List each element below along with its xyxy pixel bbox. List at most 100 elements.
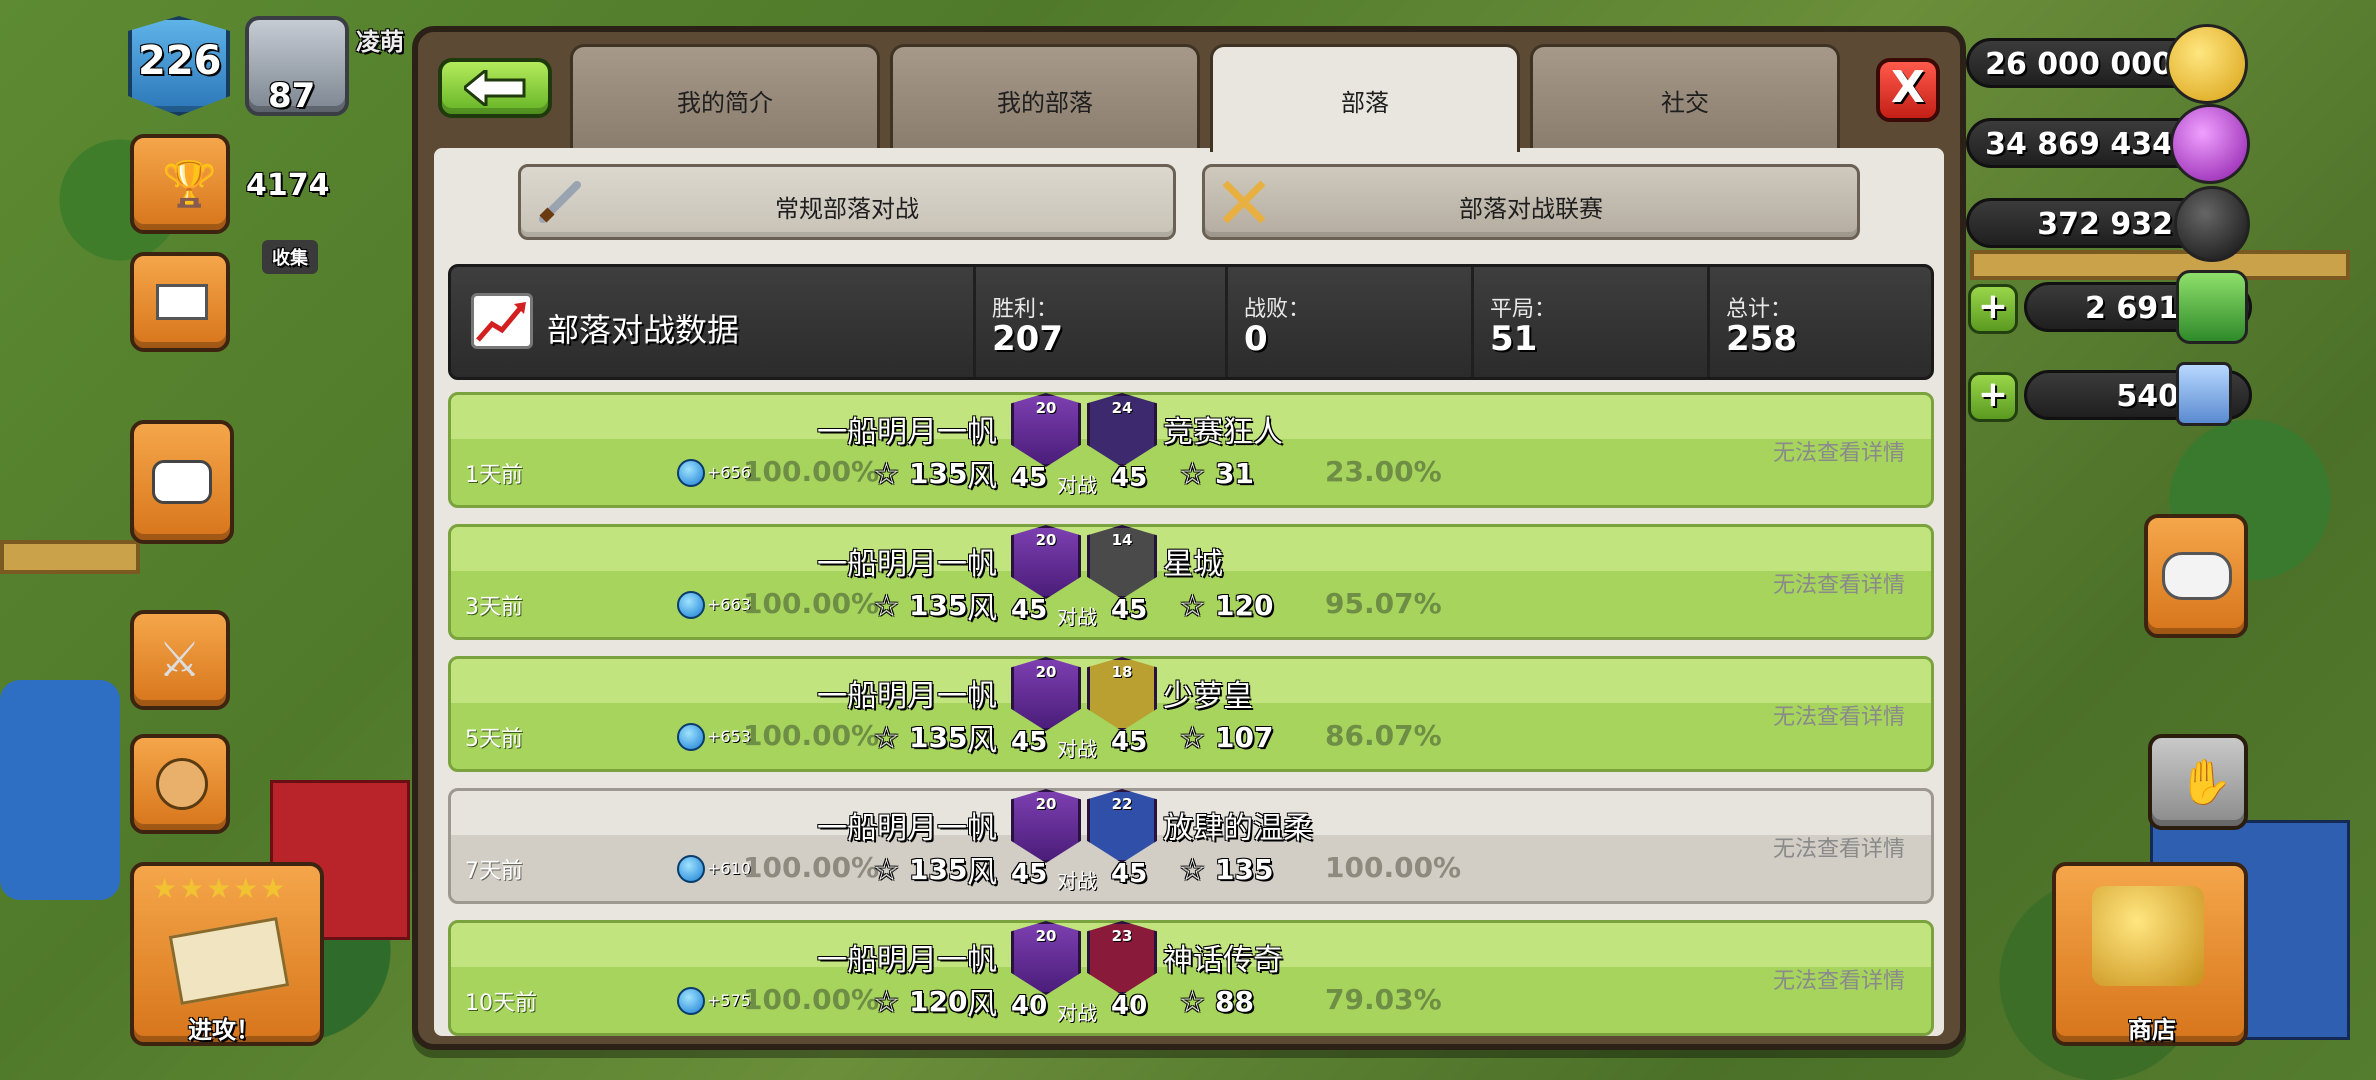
gold-value: 26 000 000 <box>1985 47 2173 82</box>
details-unavailable: 无法查看详情 <box>1772 441 1905 466</box>
vs-label: 对战 <box>1057 869 1097 893</box>
league-number: 87 <box>268 76 316 116</box>
our-destruction: 100.00% <box>743 719 880 752</box>
war-time-ago: 10天前 <box>465 991 537 1016</box>
crossed-swords-icon <box>1219 177 1269 227</box>
village-wall <box>1970 250 2350 280</box>
mail-button[interactable] <box>130 252 230 352</box>
tab-label: 部落 <box>1341 89 1389 117</box>
war-log-row[interactable]: 3天前 一船明月一帆风 20 14 星城 +663 100.00% ☆ 135 … <box>448 524 1934 640</box>
opponent-stars: 88 <box>1215 985 1254 1018</box>
opponent-destruction: 100.00% <box>1325 851 1462 884</box>
our-stars: 135 <box>909 853 968 886</box>
map-icon <box>168 916 290 1006</box>
star-icon: ☆ <box>873 589 900 624</box>
our-stars: 135 <box>909 721 968 754</box>
ticket-icon <box>2176 362 2232 426</box>
friend-button[interactable] <box>2144 514 2248 638</box>
village-wall <box>0 540 140 574</box>
star-icon: ☆ <box>1179 721 1206 756</box>
gem-icon <box>677 459 705 487</box>
elixir-icon <box>2170 104 2250 184</box>
tab-label: 我的简介 <box>677 89 773 117</box>
star-icon: ☆ <box>1179 985 1206 1020</box>
builder-base-button[interactable] <box>130 734 230 834</box>
attack-label: 进攻！ <box>188 1016 260 1044</box>
buy-ticket-button[interactable]: + <box>1968 372 2018 422</box>
tab-label: 我的部落 <box>997 89 1093 117</box>
opponent-stars: 120 <box>1215 589 1274 622</box>
our-stars: 135 <box>909 589 968 622</box>
star-icon: ☆ <box>1179 853 1206 888</box>
star-icon: ☆ <box>873 985 900 1020</box>
opponent-clan-level: 18 <box>1111 663 1133 681</box>
vs-label: 对战 <box>1057 737 1097 761</box>
stat-value: 51 <box>1490 319 1538 359</box>
our-destruction: 100.00% <box>743 587 880 620</box>
tab-clan[interactable]: 部落 <box>1210 44 1520 152</box>
war-time-ago: 1天前 <box>465 463 523 488</box>
gold-icon <box>2166 24 2248 104</box>
star-icon: ☆ <box>873 853 900 888</box>
our-stars: 135 <box>909 457 968 490</box>
our-destruction: 100.00% <box>743 983 880 1016</box>
back-button[interactable] <box>438 58 552 118</box>
move-hand-icon: ✋ <box>2178 757 2233 808</box>
mail-icon <box>156 284 208 320</box>
gem-icon <box>677 987 705 1015</box>
tab-my-profile[interactable]: 我的简介 <box>570 44 880 148</box>
buy-gems-button[interactable]: + <box>1968 284 2018 334</box>
experience-level: 226 <box>138 38 222 84</box>
war-size-right: 45 <box>1111 727 1148 757</box>
our-destruction: 100.00% <box>743 851 880 884</box>
opponent-destruction: 95.07% <box>1325 587 1442 620</box>
chat-icon <box>152 460 212 504</box>
opponent-clan-level: 23 <box>1111 927 1133 945</box>
tab-my-clan[interactable]: 我的部落 <box>890 44 1200 148</box>
war-stats-header: 部落对战数据 胜利： 207 战败： 0 平局： 51 总计： 258 <box>448 264 1934 380</box>
player-name: 凌萌 <box>356 28 404 56</box>
close-button[interactable]: X <box>1876 58 1940 122</box>
tab-label: 社交 <box>1661 89 1709 117</box>
stat-total: 总计： 258 <box>1707 267 1931 377</box>
war-size-left: 45 <box>1011 859 1048 889</box>
details-unavailable: 无法查看详情 <box>1772 705 1905 730</box>
war-button[interactable]: ⚔ <box>130 610 230 710</box>
shop-button[interactable]: 商店 <box>2052 862 2248 1046</box>
opponent-clan-level: 24 <box>1111 399 1133 417</box>
subtab-label: 常规部落对战 <box>775 195 919 223</box>
trophy-button[interactable]: 🏆 <box>130 134 230 234</box>
war-time-ago: 3天前 <box>465 595 523 620</box>
dark-elixir-value: 372 932 <box>2037 207 2173 242</box>
crossed-swords-icon: ⚔ <box>158 632 202 688</box>
attack-button[interactable]: ★★★★★ 进攻！ <box>130 862 324 1046</box>
elixir-value: 34 869 434 <box>1985 127 2173 162</box>
subtab-regular-war[interactable]: 常规部落对战 <box>518 164 1176 240</box>
war-log-row[interactable]: 5天前 一船明月一帆风 20 18 少萝皇 +653 100.00% ☆ 135… <box>448 656 1934 772</box>
opponent-clan-name: 放肆的温柔 <box>1163 811 1313 846</box>
chat-button[interactable] <box>130 420 234 544</box>
vs-label: 对战 <box>1057 605 1097 629</box>
dark-elixir-icon <box>2174 186 2250 262</box>
star-icon: ☆ <box>1179 589 1206 624</box>
collect-label[interactable]: 收集 <box>262 240 318 274</box>
war-size-right: 45 <box>1111 463 1148 493</box>
war-log-row[interactable]: 10天前 一船明月一帆风 20 23 神话传奇 +575 100.00% ☆ 1… <box>448 920 1934 1036</box>
subtab-war-league[interactable]: 部落对战联赛 <box>1202 164 1860 240</box>
war-log-row[interactable]: 7天前 一船明月一帆风 20 22 放肆的温柔 +610 100.00% ☆ 1… <box>448 788 1934 904</box>
war-size-left: 45 <box>1011 727 1048 757</box>
tab-social[interactable]: 社交 <box>1530 44 1840 148</box>
stat-value: 258 <box>1726 319 1797 359</box>
war-time-ago: 7天前 <box>465 859 523 884</box>
opponent-clan-name: 少萝皇 <box>1163 679 1253 714</box>
opponent-destruction: 23.00% <box>1325 455 1442 488</box>
sword-icon <box>535 177 585 227</box>
star-icon: ☆ <box>1179 457 1206 492</box>
war-log-row[interactable]: 1天前 一船明月一帆风 20 24 竞赛狂人 +656 100.00% ☆ 13… <box>448 392 1934 508</box>
war-size-left: 40 <box>1011 991 1048 1021</box>
edit-layout-button[interactable]: ✋ <box>2148 734 2248 830</box>
ticket-value: 540 <box>2116 379 2179 414</box>
our-clan-level: 20 <box>1035 795 1057 813</box>
vs-label: 对战 <box>1057 1001 1097 1025</box>
war-size-right: 45 <box>1111 595 1148 625</box>
